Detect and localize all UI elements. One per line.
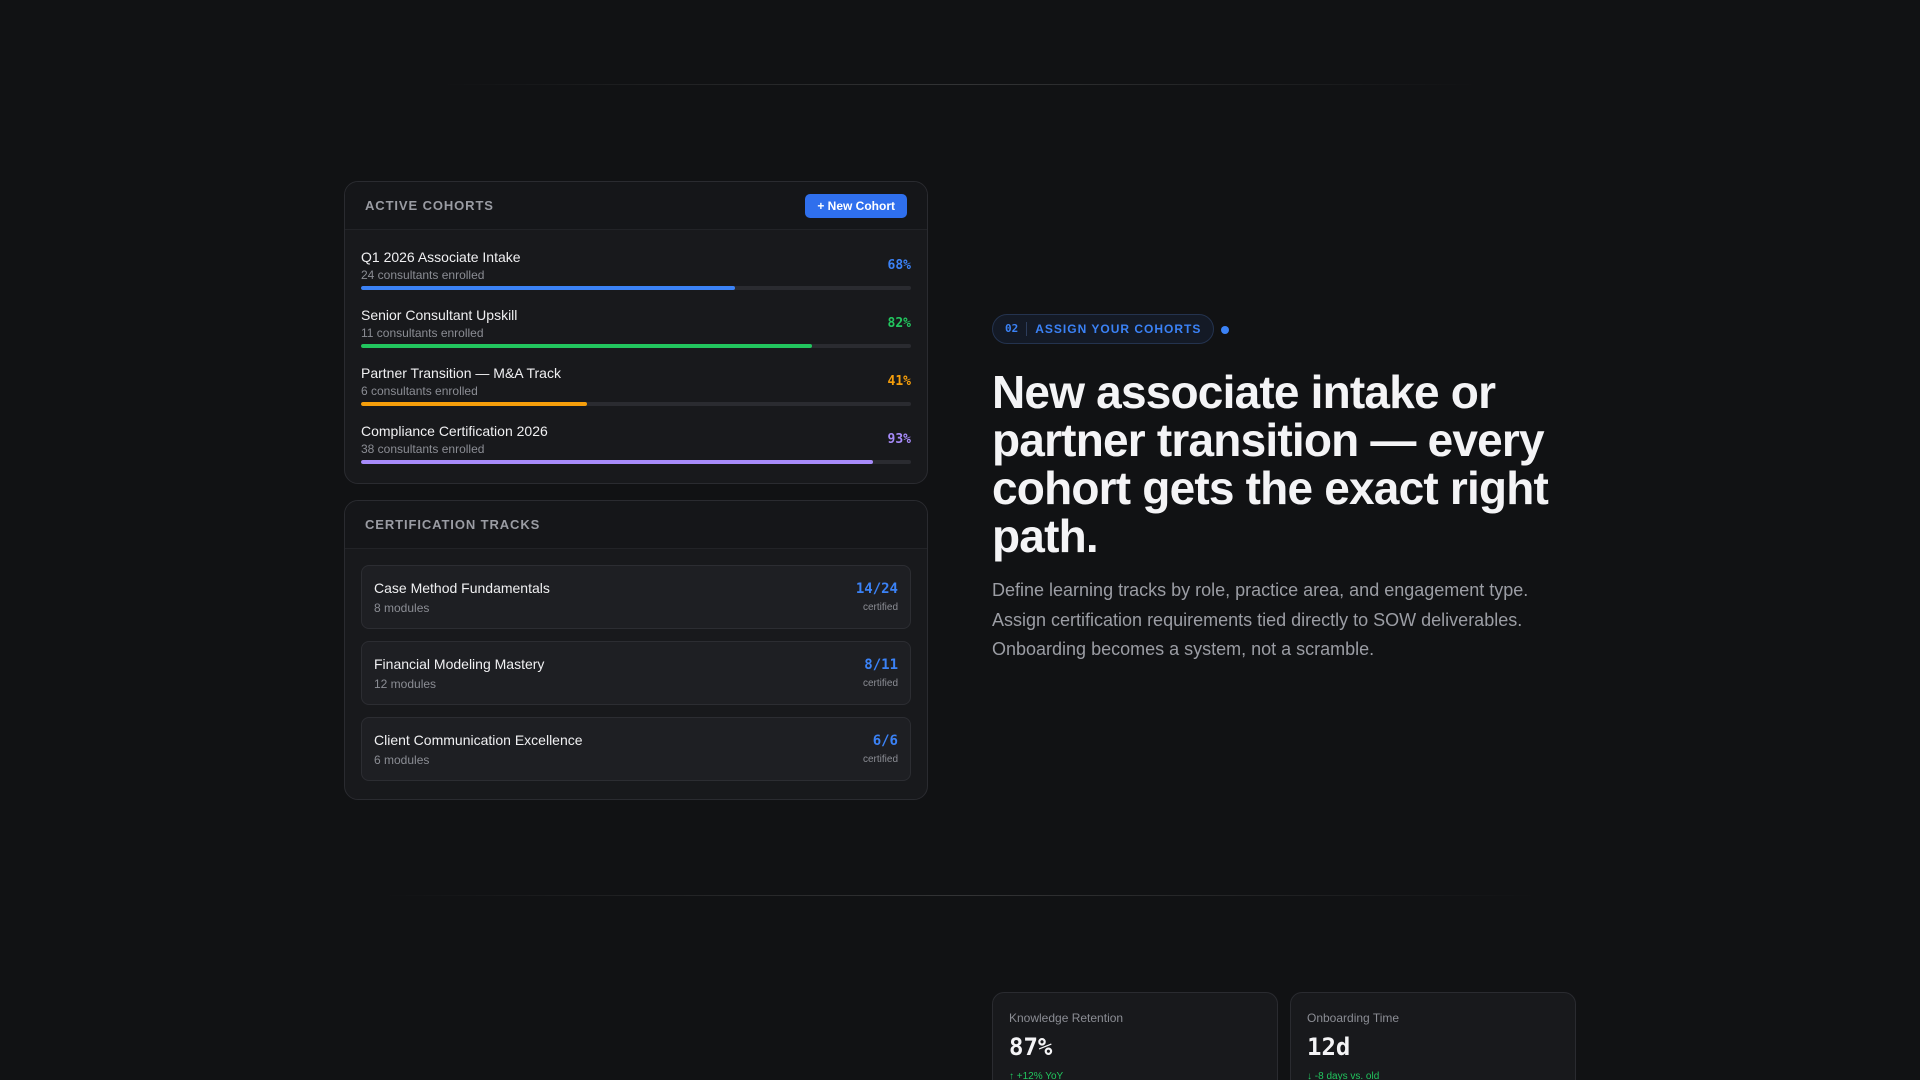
cohort-name: Q1 2026 Associate Intake: [361, 249, 521, 265]
cohort-progress-bar: [361, 344, 911, 348]
active-cohorts-panel: ACTIVE COHORTS + New Cohort Q1 2026 Asso…: [344, 181, 928, 484]
cohort-name: Partner Transition — M&A Track: [361, 365, 561, 381]
hero-description: Define learning tracks by role, practice…: [992, 580, 1529, 659]
cohort-progress-fill: [361, 286, 735, 290]
cohort-enrolled: 6 consultants enrolled: [361, 384, 478, 398]
track-name: Financial Modeling Mastery: [374, 656, 545, 672]
cohort-progress-fill: [361, 344, 812, 348]
section-number: 02: [1005, 322, 1028, 336]
cohort-enrolled: 24 consultants enrolled: [361, 268, 485, 282]
track-certified-label: certified: [862, 678, 898, 689]
cohort-row[interactable]: Compliance Certification 2026 38 consult…: [361, 413, 911, 471]
metric-value: 87%: [1009, 1033, 1053, 1061]
cohort-enrolled: 38 consultants enrolled: [361, 442, 485, 456]
bottom-divider: [380, 895, 1540, 896]
track-list: Case Method Fundamentals 8 modules 14/24…: [345, 549, 927, 781]
status-dot-icon: [1221, 326, 1229, 334]
section-label: ASSIGN YOUR COHORTS: [1035, 322, 1202, 336]
track-modules: 12 modules: [374, 677, 437, 691]
cohort-row[interactable]: Senior Consultant Upskill 11 consultants…: [361, 297, 911, 355]
new-cohort-button[interactable]: + New Cohort: [805, 193, 907, 218]
cohort-percent: 41%: [887, 374, 911, 389]
active-cohorts-header: ACTIVE COHORTS + New Cohort: [345, 182, 927, 230]
cohort-enrolled: 11 consultants enrolled: [361, 326, 484, 340]
cohort-list: Q1 2026 Associate Intake 24 consultants …: [345, 230, 927, 471]
track-name: Case Method Fundamentals: [374, 580, 550, 596]
track-certified-count: 14/24: [855, 581, 898, 597]
certification-tracks-header: CERTIFICATION TRACKS: [345, 501, 927, 549]
cohort-name: Compliance Certification 2026: [361, 423, 548, 439]
track-card[interactable]: Financial Modeling Mastery 12 modules 8/…: [361, 641, 911, 705]
track-card[interactable]: Client Communication Excellence 6 module…: [361, 717, 911, 781]
track-name: Client Communication Excellence: [374, 732, 583, 748]
cohort-percent: 68%: [887, 258, 911, 273]
track-card[interactable]: Case Method Fundamentals 8 modules 14/24…: [361, 565, 911, 629]
hero-title: New associate intake or partner transiti…: [992, 366, 1549, 562]
metric-label: Knowledge Retention: [1009, 1011, 1124, 1025]
active-cohorts-title: ACTIVE COHORTS: [365, 198, 494, 213]
cohort-progress-bar: [361, 286, 911, 290]
cohort-row[interactable]: Q1 2026 Associate Intake 24 consultants …: [361, 239, 911, 297]
track-certified-label: certified: [862, 602, 898, 613]
cohort-name: Senior Consultant Upskill: [361, 307, 518, 323]
cohort-progress-fill: [361, 402, 587, 406]
track-certified-label: certified: [862, 754, 898, 765]
section-badge: 02 ASSIGN YOUR COHORTS: [992, 314, 1215, 344]
cohort-progress-fill: [361, 460, 873, 464]
track-certified-count: 8/11: [864, 657, 898, 673]
top-divider: [440, 84, 1480, 85]
track-modules: 8 modules: [374, 601, 430, 615]
cohort-progress-bar: [361, 402, 911, 406]
cohort-percent: 93%: [887, 432, 911, 447]
certification-tracks-panel: CERTIFICATION TRACKS Case Method Fundame…: [344, 500, 928, 800]
cohort-progress-bar: [361, 460, 911, 464]
track-certified-count: 6/6: [872, 733, 898, 749]
track-modules: 6 modules: [374, 753, 430, 767]
metric-value: 12d: [1307, 1033, 1351, 1061]
page: ACTIVE COHORTS + New Cohort Q1 2026 Asso…: [0, 0, 1920, 1080]
metric-delta: ↑ +12% YoY: [1009, 1071, 1064, 1080]
metric-label: Onboarding Time: [1307, 1011, 1400, 1025]
certification-tracks-title: CERTIFICATION TRACKS: [365, 517, 541, 532]
metric-delta: ↓ -8 days vs. old: [1307, 1071, 1380, 1080]
cohort-row[interactable]: Partner Transition — M&A Track 6 consult…: [361, 355, 911, 413]
metric-card-knowledge-retention: Knowledge Retention 87% ↑ +12% YoY: [992, 992, 1278, 1080]
cohort-percent: 82%: [887, 316, 911, 331]
metric-card-onboarding-time: Onboarding Time 12d ↓ -8 days vs. old: [1290, 992, 1576, 1080]
